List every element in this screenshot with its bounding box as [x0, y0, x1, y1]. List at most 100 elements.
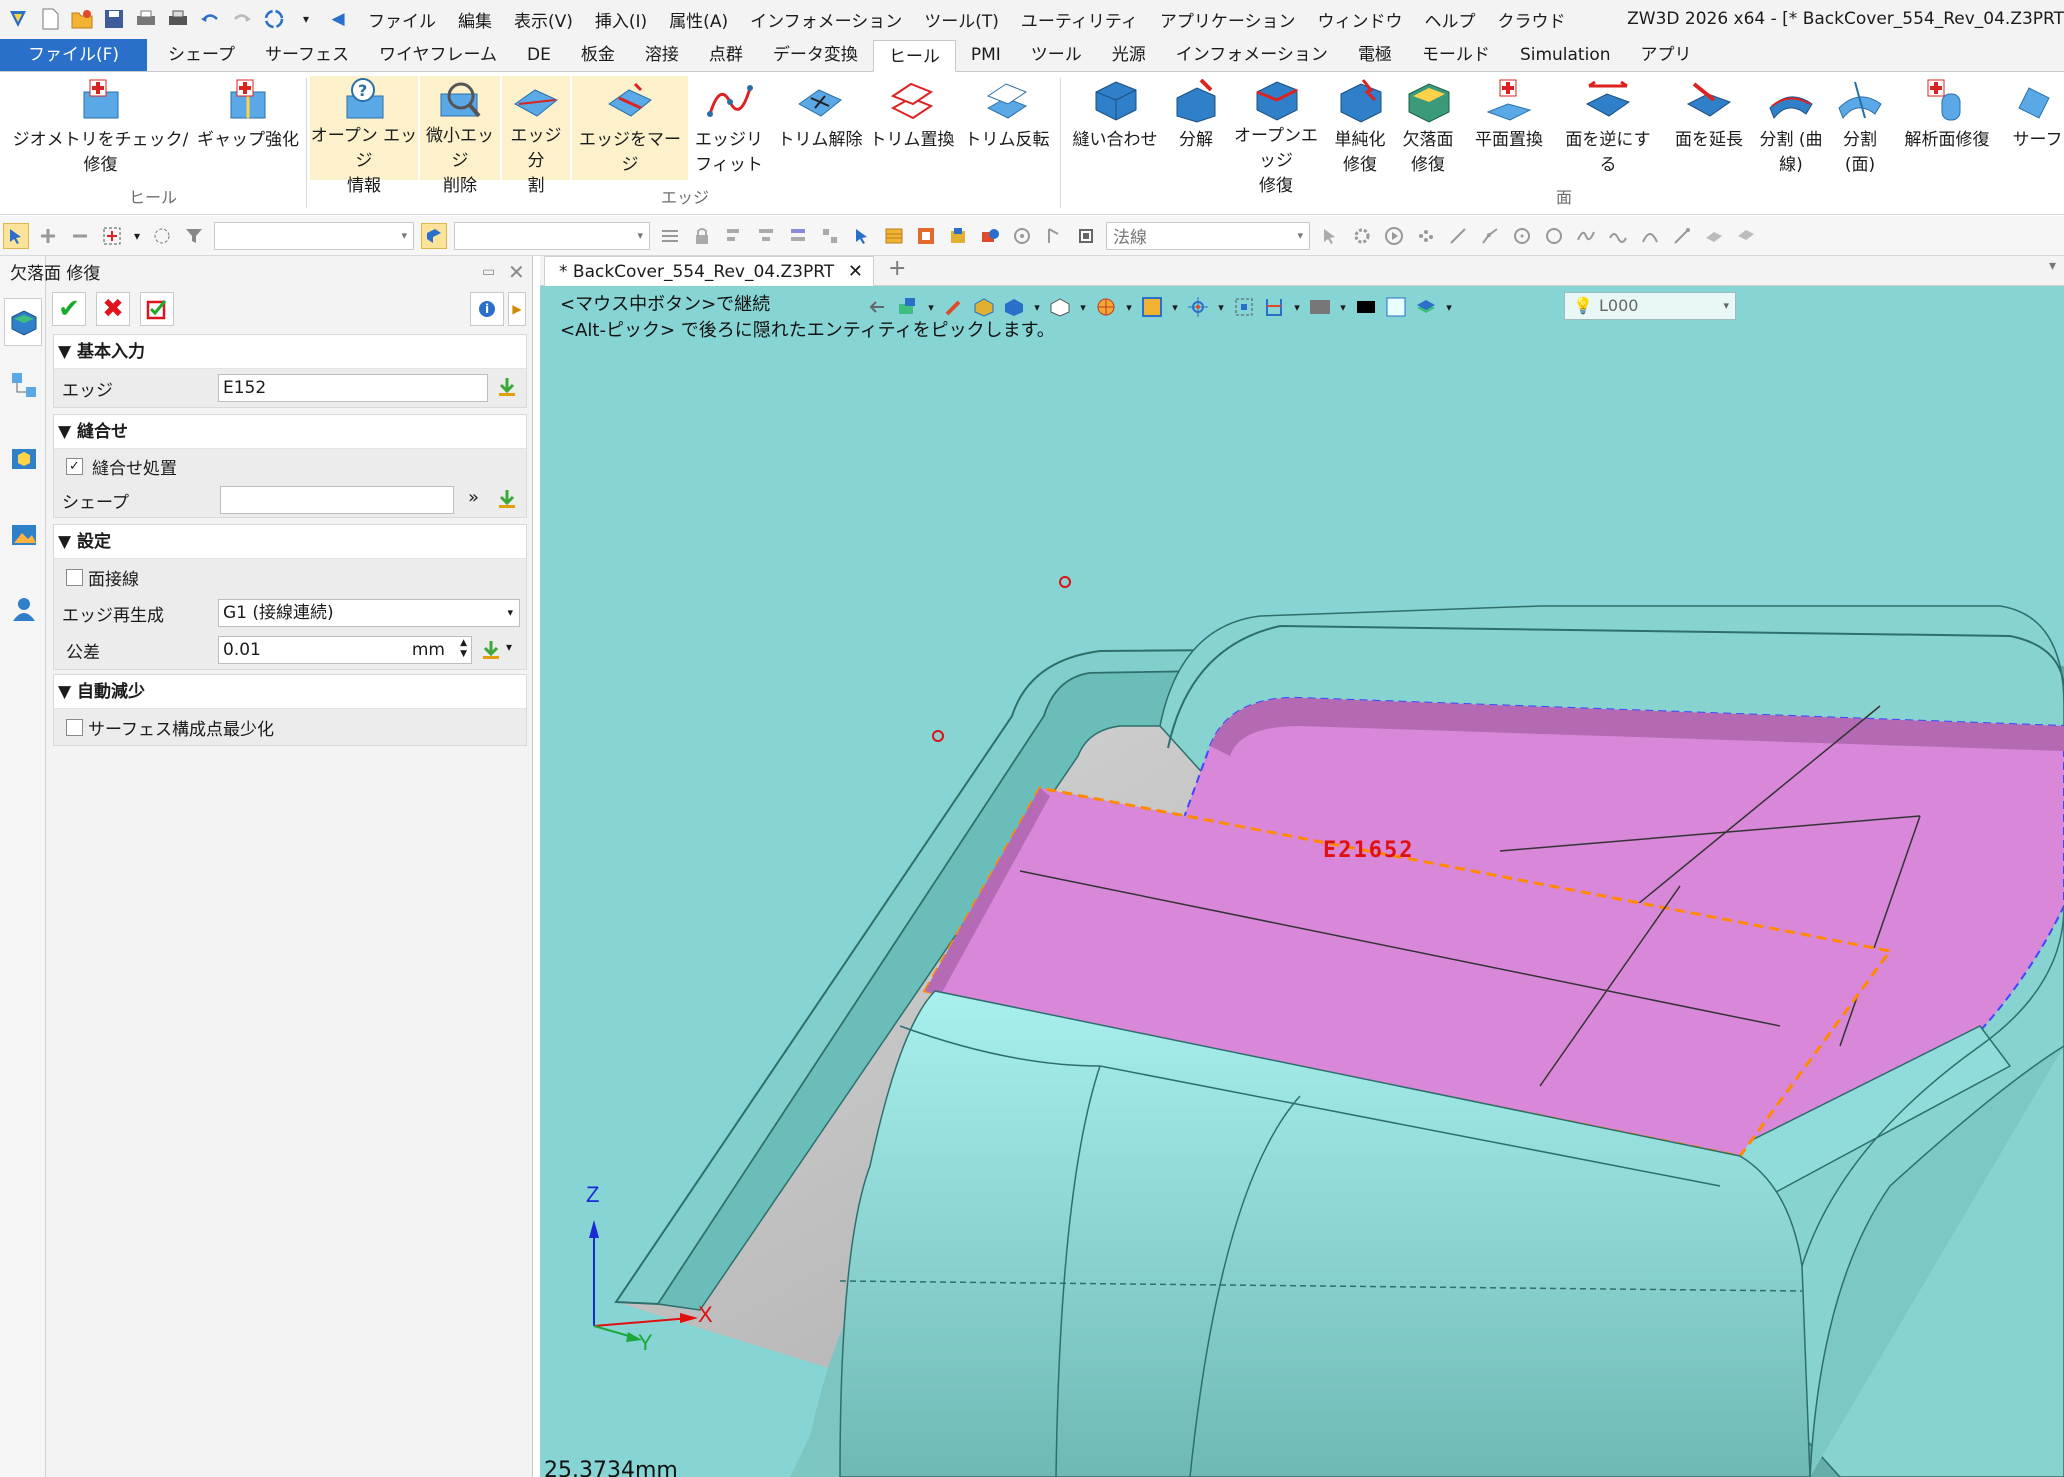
view-cube-icon[interactable] [1002, 295, 1026, 319]
tab-apps[interactable]: アプリ [1626, 39, 1707, 71]
tab-mold[interactable]: モールド [1407, 39, 1505, 71]
orient-icon[interactable] [1186, 295, 1210, 319]
back-arrow-icon[interactable] [866, 295, 890, 319]
close-tab-icon[interactable]: ✕ [848, 257, 863, 287]
tab-shape[interactable]: シェープ [153, 39, 250, 71]
part-library-icon[interactable] [7, 442, 41, 476]
wave-icon[interactable] [1605, 223, 1631, 249]
tangent-checkbox[interactable] [66, 568, 83, 586]
dropdown-arrow-icon[interactable]: ▾ [926, 295, 936, 319]
stop-icon[interactable] [1073, 223, 1099, 249]
dropdown-arrow-icon[interactable]: ▾ [1078, 295, 1088, 319]
panel-close-icon[interactable]: ✕ [508, 260, 525, 284]
section-header[interactable]: ▼ 縫合せ [54, 415, 526, 449]
collapse-left-icon[interactable]: ◀ [326, 7, 350, 31]
normal-combo[interactable]: 法線 ▾ [1106, 221, 1310, 250]
surface-cover-icon[interactable] [1733, 223, 1759, 249]
section-header[interactable]: ▼ 自動減少 [54, 675, 526, 709]
tree-filter-icon[interactable] [896, 295, 920, 319]
shaded-box-icon[interactable] [972, 295, 996, 319]
menu-item[interactable]: アプリケーション [1160, 7, 1296, 32]
add-select-icon[interactable] [35, 223, 61, 249]
pick-down-icon[interactable] [480, 639, 502, 666]
analytic-repair-button[interactable]: 解析面修復 [1894, 76, 2000, 180]
tolerance-field[interactable]: 0.01 mm ▲ ▼ [218, 636, 472, 664]
tab-wireframe[interactable]: ワイヤフレーム [364, 39, 512, 71]
snap-icon[interactable] [1041, 223, 1067, 249]
spinner-icon[interactable]: ▲ ▼ [460, 638, 467, 660]
layer-combo[interactable]: 💡 L000 ▾ [1564, 292, 1736, 320]
surface-flat-icon[interactable] [1701, 223, 1727, 249]
save-icon[interactable] [102, 7, 126, 31]
layers-icon[interactable] [1414, 295, 1438, 319]
dropdown-arrow-icon[interactable]: ▾ [1216, 295, 1226, 319]
menu-item[interactable]: ヘルプ [1425, 7, 1476, 32]
image-view-icon[interactable] [7, 518, 41, 552]
regen-icon[interactable] [262, 7, 286, 31]
dropdown-arrow-icon[interactable]: ▾ [131, 223, 143, 249]
tab-heal[interactable]: ヒール [872, 40, 956, 72]
dropdown-arrow-icon[interactable]: ▾ [1170, 295, 1180, 319]
simplify-repair-button[interactable]: 単純化 修復 [1328, 76, 1392, 180]
tab-tools[interactable]: ツール [1016, 39, 1097, 71]
tab-file[interactable]: ファイル(F) [0, 39, 148, 71]
display-mode-icon[interactable] [1308, 295, 1332, 319]
menu-item[interactable]: 属性(A) [669, 7, 728, 32]
circle-icon[interactable] [1541, 223, 1567, 249]
menu-item[interactable]: ウィンドウ [1318, 7, 1403, 32]
line-icon[interactable] [1445, 223, 1471, 249]
edge-split-button[interactable]: エッジ 分 割 [502, 76, 570, 196]
undo-icon[interactable] [198, 7, 222, 31]
polyline-icon[interactable] [1477, 223, 1503, 249]
planar-replace-button[interactable]: 平面置換 [1466, 76, 1552, 180]
cancel-button[interactable]: ✖ [96, 292, 130, 326]
surface-button[interactable]: サーフェ [2004, 76, 2064, 180]
tab-pointcloud[interactable]: 点群 [694, 39, 758, 71]
print-preview-icon[interactable] [166, 7, 190, 31]
menu-item[interactable]: ファイル [368, 7, 436, 32]
dropdown-arrow-icon[interactable]: ▾ [1338, 295, 1348, 319]
split-face-button[interactable]: 分割 (面) [1830, 76, 1890, 180]
pick-combo[interactable]: ▾ [454, 221, 650, 250]
tab-weld[interactable]: 溶接 [630, 39, 694, 71]
minimize-checkbox[interactable] [66, 718, 83, 736]
play-icon[interactable] [1381, 223, 1407, 249]
dropdown-arrow-icon[interactable]: ▾ [506, 640, 512, 654]
explode-button[interactable]: 分解 [1166, 76, 1226, 180]
document-tab[interactable]: * BackCover_554_Rev_04.Z3PRT ✕ [544, 256, 874, 287]
sew-checkbox[interactable]: ✓ [66, 457, 83, 475]
pointer-icon[interactable] [1317, 223, 1343, 249]
assembly-tree-icon[interactable] [7, 368, 41, 402]
panel-pin-icon[interactable]: ▭ [482, 264, 502, 284]
align-center-icon[interactable] [753, 223, 779, 249]
wire-cube-icon[interactable] [1048, 295, 1072, 319]
check-geometry-button[interactable]: ジオメトリをチェック/修復 [8, 76, 193, 180]
menu-item[interactable]: 表示(V) [514, 7, 573, 32]
tab-light[interactable]: 光源 [1097, 39, 1161, 71]
regen-select[interactable]: G1 (接線連続) ▾ [218, 599, 520, 627]
attribute-icon[interactable] [913, 223, 939, 249]
gap-enhance-button[interactable]: ギャップ強化 [196, 76, 300, 180]
lock-icon[interactable] [689, 223, 715, 249]
pencil-icon[interactable] [942, 295, 966, 319]
untrim-button[interactable]: トリム解除 [776, 76, 864, 180]
group-icon[interactable] [817, 223, 843, 249]
section-header[interactable]: ▼ 設定 [54, 525, 526, 559]
bg-color-white-icon[interactable] [1384, 295, 1408, 319]
part-icon[interactable] [945, 223, 971, 249]
list-icon[interactable] [657, 223, 683, 249]
tab-de[interactable]: DE [512, 39, 566, 71]
new-tab-icon[interactable]: + [888, 256, 906, 281]
remove-select-icon[interactable] [67, 223, 93, 249]
filter-icon[interactable] [181, 223, 207, 249]
user-icon[interactable] [7, 592, 41, 626]
app-logo-icon[interactable] [6, 7, 30, 31]
tab-data-convert[interactable]: データ変換 [758, 39, 873, 71]
clip-plane-icon[interactable] [1262, 295, 1286, 319]
layer-icon[interactable] [881, 223, 907, 249]
shape-field[interactable] [220, 486, 454, 514]
trim-reverse-button[interactable]: トリム反転 [962, 76, 1052, 180]
rotate-icon[interactable] [1009, 223, 1035, 249]
tab-pmi[interactable]: PMI [956, 39, 1016, 71]
menu-item[interactable]: クラウド [1498, 7, 1566, 32]
